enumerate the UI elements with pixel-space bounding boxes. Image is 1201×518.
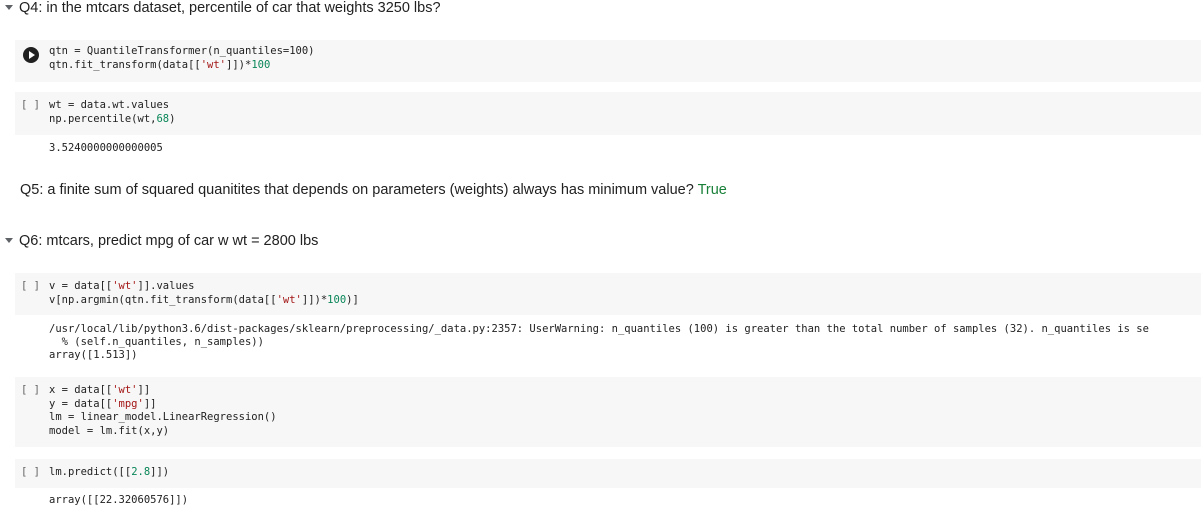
- code-line: model = lm.fit(x,y): [49, 424, 170, 437]
- output-value: array([1.513]): [49, 349, 138, 361]
- q5-question: Q5: a finite sum of squared quanitites t…: [20, 182, 694, 198]
- cell-output: array([[22.32060576]]): [49, 494, 189, 506]
- cell-execution-count: [ ]: [21, 280, 40, 292]
- code-cell-4[interactable]: [ ] x = data[['wt']] y = data[['mpg']] l…: [15, 377, 1201, 447]
- code-line: v = data[['wt']].values: [49, 280, 195, 292]
- code-line: x = data[['wt']]: [49, 384, 151, 396]
- code-line: wt = data.wt.values: [49, 99, 170, 111]
- q5-answer: True: [697, 182, 727, 198]
- cell-code[interactable]: wt = data.wt.values np.percentile(wt,68): [49, 99, 175, 126]
- code-line: qtn = QuantileTransformer(n_quantiles=10…: [49, 45, 315, 57]
- code-cell-5[interactable]: [ ] lm.predict([[2.8]]): [15, 459, 1201, 488]
- code-cell-2[interactable]: [ ] wt = data.wt.values np.percentile(wt…: [15, 92, 1201, 135]
- cell-code[interactable]: qtn = QuantileTransformer(n_quantiles=10…: [49, 45, 315, 72]
- q4-title: Q4: in the mtcars dataset, percentile of…: [19, 0, 441, 16]
- cell-code[interactable]: v = data[['wt']].values v[np.argmin(qtn.…: [49, 280, 359, 307]
- cell-code[interactable]: x = data[['wt']] y = data[['mpg']] lm = …: [49, 384, 277, 438]
- q5-text-cell: Q5: a finite sum of squared quanitites t…: [20, 182, 727, 198]
- warning-line: % (self.n_quantiles, n_samples)): [49, 336, 264, 348]
- code-line: v[np.argmin(qtn.fit_transform(data[['wt'…: [49, 293, 359, 306]
- q6-title: Q6: mtcars, predict mpg of car w wt = 28…: [19, 233, 319, 249]
- code-line: lm.predict([[2.8]]): [49, 466, 170, 478]
- cell-code[interactable]: lm.predict([[2.8]]): [49, 466, 169, 480]
- run-cell-icon[interactable]: [23, 47, 39, 63]
- cell-execution-count: [ ]: [21, 466, 40, 478]
- cell-execution-count: [ ]: [21, 384, 40, 396]
- cell-execution-count: [ ]: [21, 99, 40, 111]
- code-line: y = data[['mpg']]: [49, 397, 157, 410]
- code-cell-3[interactable]: [ ] v = data[['wt']].values v[np.argmin(…: [15, 273, 1201, 315]
- collapse-caret-icon[interactable]: [5, 237, 13, 243]
- cell-output: 3.5240000000000005: [49, 142, 163, 154]
- code-line: qtn.fit_transform(data[['wt']])*100: [49, 58, 271, 71]
- warning-line: /usr/local/lib/python3.6/dist-packages/s…: [49, 323, 1149, 335]
- code-line: lm = linear_model.LinearRegression(): [49, 411, 277, 423]
- cell-output: /usr/local/lib/python3.6/dist-packages/s…: [49, 323, 1149, 362]
- collapse-caret-icon[interactable]: [5, 4, 13, 10]
- section-heading-q4[interactable]: Q4: in the mtcars dataset, percentile of…: [0, 0, 441, 16]
- code-cell-1[interactable]: qtn = QuantileTransformer(n_quantiles=10…: [15, 40, 1201, 82]
- section-heading-q6[interactable]: Q6: mtcars, predict mpg of car w wt = 28…: [0, 233, 318, 249]
- code-line: np.percentile(wt,68): [49, 112, 176, 125]
